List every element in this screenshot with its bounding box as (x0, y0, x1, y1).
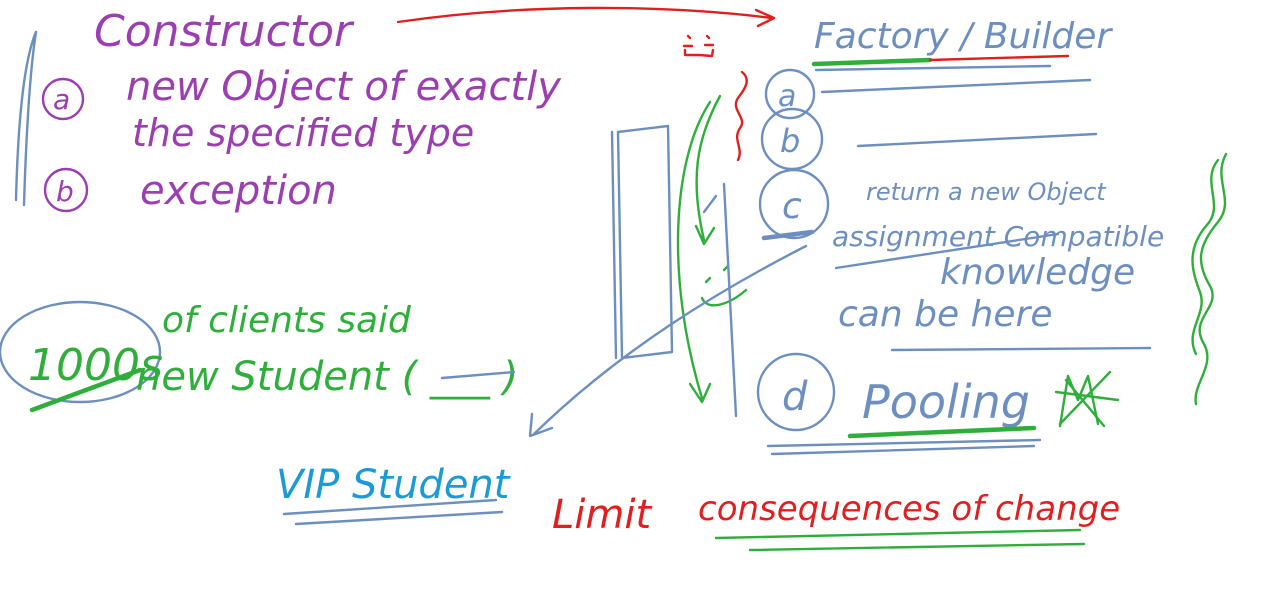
green-flow-arrow-2 (676, 100, 712, 400)
constructor-title: Constructor (94, 6, 355, 57)
factory-item-d-text: Pooling (862, 375, 1030, 429)
factory-item-c-marker: c (782, 186, 802, 227)
factory-item-c-line4: can be here (838, 294, 1052, 335)
client-line1: of clients said (162, 300, 412, 341)
constructor-to-factory-arrow (396, 6, 774, 24)
consequences-underline (714, 528, 1082, 540)
constructor-item-b-text: exception (140, 168, 337, 214)
constructor-item-a-line2: the specified type (132, 111, 474, 155)
factory-item-c-line2: assignment Compatible (832, 220, 1164, 253)
crossed-out-icon (1054, 370, 1120, 428)
client-bracket (616, 124, 674, 360)
pooling-underline (847, 425, 1037, 439)
factory-item-c-line3: knowledge (940, 252, 1135, 293)
limit-label: Limit (552, 492, 652, 538)
whiteboard-canvas: Constructor a new Object of exactly the … (0, 6, 1228, 552)
factory-item-c-line1: return a new Object (866, 178, 1107, 206)
factory-title: Factory / Builder (814, 16, 1113, 57)
factory-item-d-marker: d (782, 374, 808, 420)
constructor-item-a-marker: a (53, 83, 70, 116)
factory-title-underline-green (811, 57, 933, 67)
factory-item-b-marker: b (780, 122, 800, 160)
sad-face-icon (682, 34, 715, 58)
constructor-item-b-marker: b (56, 175, 74, 208)
green-wavy-line (1194, 152, 1228, 406)
constructor-item-a-line1: new Object of exactly (126, 64, 562, 110)
consequences-label: consequences of change (698, 489, 1120, 529)
red-squiggle-bracket (734, 70, 748, 162)
